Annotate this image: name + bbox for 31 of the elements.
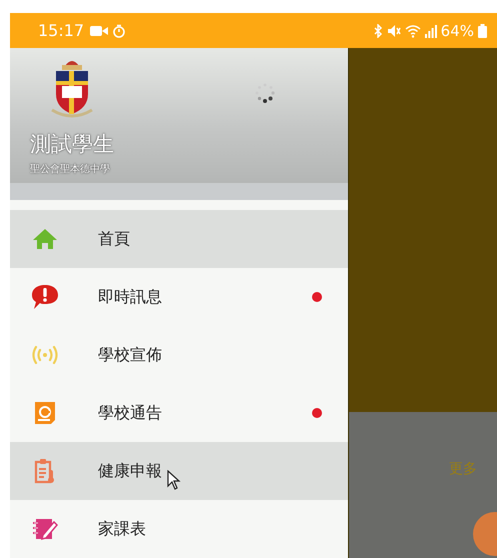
menu-item-label: 學校宣佈 xyxy=(98,344,162,366)
drawer-menu-item[interactable]: 學校通告 xyxy=(10,384,348,442)
mouse-pointer-icon xyxy=(167,470,181,490)
menu-item-label: 家課表 xyxy=(98,518,146,540)
menu-item-label: 即時訊息 xyxy=(98,286,162,308)
mute-icon xyxy=(386,24,401,38)
loading-spinner-icon xyxy=(254,82,276,104)
menu-item-label: 首頁 xyxy=(98,228,130,250)
video-camera-icon xyxy=(90,24,108,36)
drawer-menu-item[interactable]: 家課表 xyxy=(10,500,348,558)
drawer-menu-item[interactable]: 首頁 xyxy=(10,210,348,268)
wifi-icon xyxy=(404,24,421,38)
school-name: 聖公會聖本德中學 xyxy=(30,162,111,176)
clipboard-thermometer-icon xyxy=(34,458,56,484)
signal-icon xyxy=(424,24,437,38)
drawer-menu-item[interactable]: 即時訊息 xyxy=(10,268,348,326)
drawer-menu-item[interactable]: 健康申報 xyxy=(10,442,348,500)
battery-percent: 64% xyxy=(440,22,474,40)
bluetooth-icon xyxy=(372,24,383,38)
drawer-menu-item[interactable]: 學校宣佈 xyxy=(10,326,348,384)
notebook-pen-icon xyxy=(32,517,58,541)
exclamation-bubble-icon xyxy=(31,284,59,310)
timer-icon xyxy=(112,24,126,38)
menu-item-label: 學校通告 xyxy=(98,402,162,424)
user-name: 測試學生 xyxy=(30,131,115,158)
status-time: 15:17 xyxy=(38,21,84,40)
notice-book-icon xyxy=(34,401,56,425)
battery-icon xyxy=(478,24,487,38)
broadcast-icon xyxy=(31,345,59,365)
menu-item-label: 健康申報 xyxy=(98,460,162,482)
house-icon xyxy=(32,228,58,250)
